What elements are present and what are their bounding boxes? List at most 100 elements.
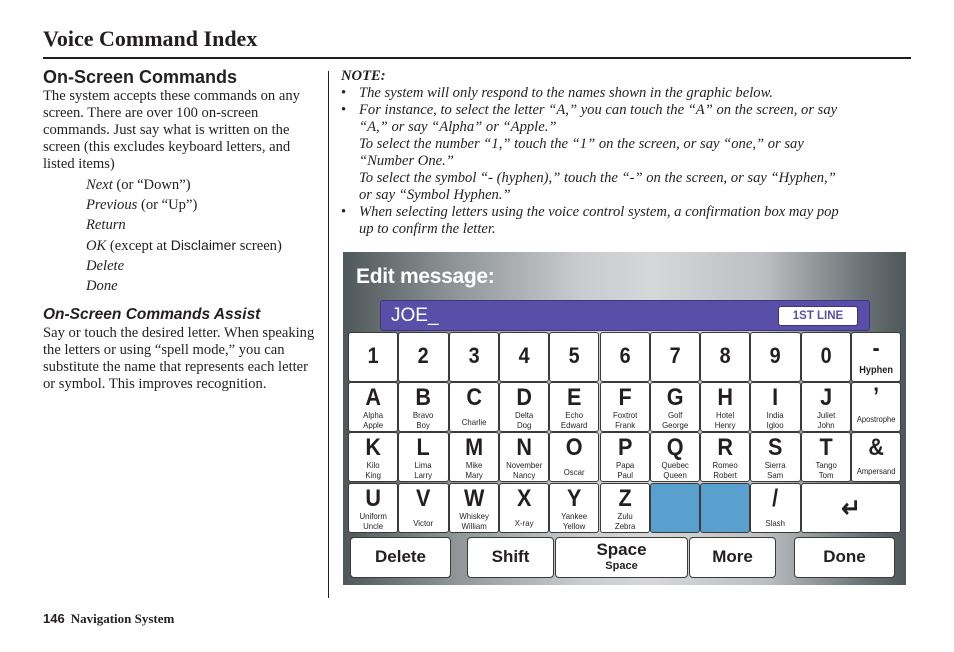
key-hotel[interactable]: H Hotel Henry — [700, 382, 751, 433]
key-oscar[interactable]: O Oscar — [549, 432, 600, 483]
key-label: U — [365, 484, 381, 512]
key-alt-label: Apple — [363, 420, 384, 431]
key-alt-label: Tom — [818, 470, 834, 481]
key-phonetic-label: X-ray — [514, 517, 534, 528]
key-zulu[interactable]: Z Zulu Zebra — [599, 482, 650, 533]
key-alt-label: Robert — [713, 470, 737, 481]
key-foxtrot[interactable]: F Foxtrot Frank — [599, 382, 650, 433]
key-7[interactable]: 7 — [649, 332, 701, 382]
key-1[interactable]: 1 — [348, 332, 399, 382]
key-november[interactable]: N November Nancy — [498, 432, 550, 483]
key-alt-label: Sam — [767, 470, 784, 481]
message-input[interactable]: JOE_ 1ST LINE — [380, 300, 870, 331]
key-label: R — [717, 434, 734, 462]
key-phonetic-label: Apostrophe — [856, 415, 896, 425]
key-label: 2 — [417, 343, 429, 368]
key-quebec[interactable]: Q Quebec Queen — [649, 432, 701, 483]
section-heading: On-Screen Commands — [43, 67, 238, 87]
key-alt-label: George — [661, 420, 688, 431]
key-label: A — [365, 384, 381, 412]
left-column: On-Screen Commands The system accepts th… — [43, 66, 323, 393]
key-label: 8 — [719, 343, 731, 368]
key-phonetic-label: Foxtrot — [612, 410, 637, 421]
note-line: or say “Symbol Hyphen.” — [359, 187, 511, 203]
key-uniform[interactable]: U Uniform Uncle — [348, 482, 399, 533]
key-kilo[interactable]: K Kilo King — [348, 432, 399, 483]
key-phonetic-label: Ampersand — [856, 467, 896, 477]
nav-screen-edit-message: Edit message: JOE_ 1ST LINE 1 2 3 4 5 6 7 8 9 0 - H… — [343, 252, 906, 585]
key-0[interactable]: 0 — [800, 332, 851, 382]
key-label: J — [819, 384, 832, 412]
key-phonetic-label: Papa — [615, 460, 634, 471]
key-victor[interactable]: V Victor — [398, 482, 449, 533]
key-8[interactable]: 8 — [700, 332, 751, 382]
delete-button[interactable]: Delete — [350, 537, 451, 578]
assist-paragraph: Say or touch the desired letter. When sp… — [43, 325, 315, 392]
key-label: / — [772, 484, 779, 512]
key-bravo[interactable]: B Bravo Boy — [398, 382, 449, 433]
key-whiskey[interactable]: W Whiskey William — [448, 482, 499, 533]
key-charlie[interactable]: C Charlie — [448, 382, 499, 433]
blank-key[interactable] — [649, 482, 701, 533]
note-label: NOTE: — [341, 68, 386, 84]
key-label: ’ — [873, 383, 880, 411]
key-hyphen[interactable]: - Hyphen — [851, 332, 902, 382]
note-line: To select the symbol “- (hyphen),” touch… — [359, 170, 836, 186]
note-line: To select the number “1,” touch the “1” … — [359, 136, 804, 152]
key-phonetic-label: Delta — [514, 410, 534, 421]
key-label: 0 — [820, 343, 832, 368]
key-2[interactable]: 2 — [398, 332, 449, 382]
key-label: 9 — [770, 343, 782, 368]
key-phonetic-label: Yankee — [561, 510, 588, 521]
key-apostrophe[interactable]: ’ Apostrophe — [851, 382, 902, 433]
command-item: OK (except at Disclaimer screen) — [86, 237, 282, 254]
key-sierra[interactable]: S Sierra Sam — [750, 432, 801, 483]
key-phonetic-label: Zulu — [617, 510, 633, 521]
key-5[interactable]: 5 — [549, 332, 600, 382]
key-9[interactable]: 9 — [750, 332, 801, 382]
key-phonetic-label: Victor — [413, 517, 434, 528]
key-label: S — [768, 434, 783, 462]
key-label: - — [872, 335, 880, 362]
key-alpha[interactable]: A Alpha Apple — [348, 382, 399, 433]
shift-button[interactable]: Shift — [467, 537, 554, 578]
bullet-icon: • — [341, 102, 347, 118]
key-slash[interactable]: / Slash — [750, 482, 801, 533]
key-label: & — [868, 434, 884, 462]
command-item: Done — [86, 278, 118, 294]
blank-key[interactable] — [700, 482, 751, 533]
key-juliet[interactable]: J Juliet John — [800, 382, 851, 433]
space-button[interactable]: Space Space — [555, 537, 688, 578]
key-lima[interactable]: L Lima Larry — [398, 432, 449, 483]
key-papa[interactable]: P Papa Paul — [599, 432, 650, 483]
key-india[interactable]: I India Igloo — [750, 382, 801, 433]
key-alt-label: Nancy — [512, 470, 536, 481]
key-alt-label: Uncle — [363, 520, 384, 531]
key-mike[interactable]: M Mike Mary — [448, 432, 499, 483]
key-phonetic-label: Quebec — [661, 460, 689, 471]
key-label: Q — [666, 434, 684, 462]
key-label: M — [464, 434, 483, 462]
done-button[interactable]: Done — [794, 537, 895, 578]
key-yankee[interactable]: Y Yankee Yellow — [549, 482, 600, 533]
key-label: 3 — [468, 343, 480, 368]
key-3[interactable]: 3 — [448, 332, 499, 382]
key-phonetic-label: November — [505, 460, 543, 471]
key-echo[interactable]: E Echo Edward — [549, 382, 600, 433]
key-alt-label: Mary — [465, 470, 483, 481]
key-phonetic-label: Golf — [667, 410, 683, 421]
key-label: G — [666, 384, 684, 412]
line-indicator-button[interactable]: 1ST LINE — [778, 306, 858, 326]
key-alt-label: Larry — [414, 470, 433, 481]
key-ampersand[interactable]: & Ampersand — [851, 432, 902, 483]
key-x-ray[interactable]: X X-ray — [498, 482, 550, 533]
key-golf[interactable]: G Golf George — [649, 382, 701, 433]
column-divider — [328, 71, 329, 598]
more-button[interactable]: More — [689, 537, 776, 578]
key-4[interactable]: 4 — [498, 332, 550, 382]
key-romeo[interactable]: R Romeo Robert — [700, 432, 751, 483]
key-tango[interactable]: T Tango Tom — [800, 432, 851, 483]
key-6[interactable]: 6 — [599, 332, 650, 382]
enter-key[interactable]: ↵ — [800, 482, 901, 533]
key-delta[interactable]: D Delta Dog — [498, 382, 550, 433]
